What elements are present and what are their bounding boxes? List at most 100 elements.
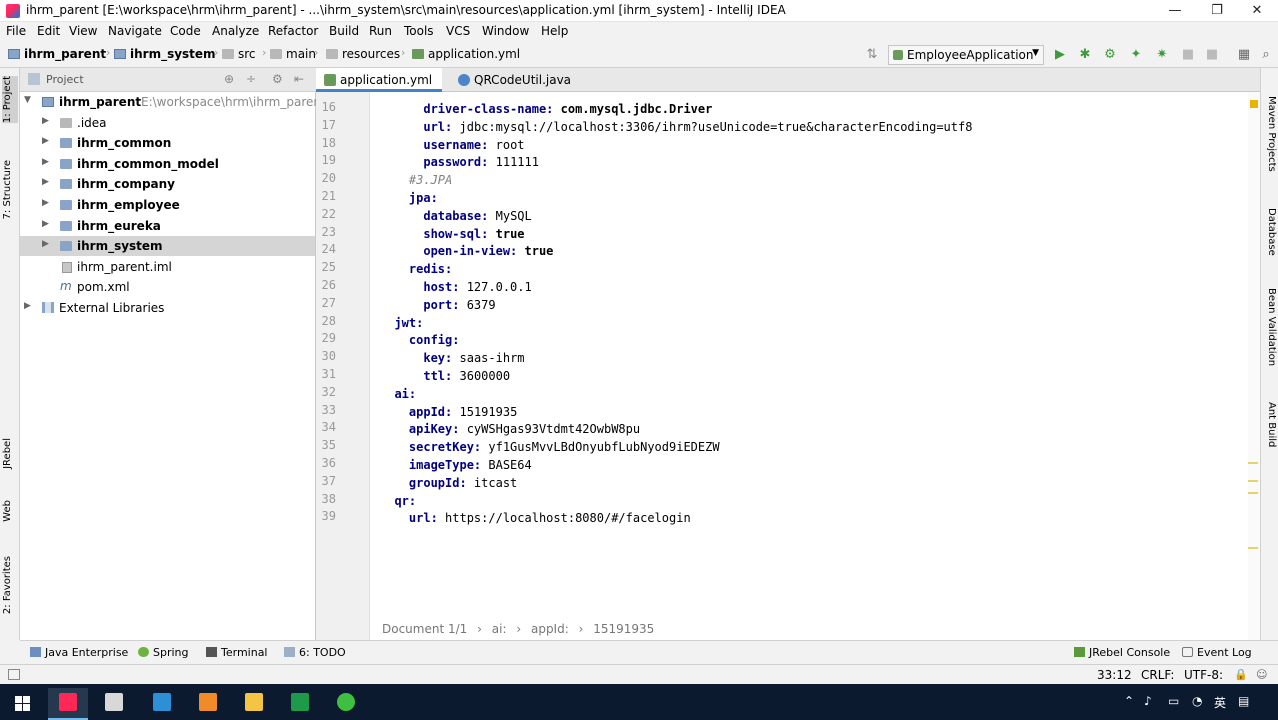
- menu-navigate[interactable]: Navigate: [108, 24, 162, 38]
- tool-tab-spring[interactable]: Spring: [138, 646, 189, 659]
- tool-tab-java-enterprise[interactable]: Java Enterprise: [30, 646, 128, 659]
- collapsed-arrow-icon[interactable]: ▶: [42, 219, 49, 229]
- tray-chevron-icon[interactable]: ⌃: [1124, 694, 1134, 708]
- taskbar-app-2[interactable]: [94, 688, 134, 720]
- project-structure-icon[interactable]: ▦: [1236, 47, 1252, 63]
- notification-icon[interactable]: ▤: [1238, 694, 1249, 708]
- tool-tab-project[interactable]: 1: Project: [2, 76, 18, 124]
- error-stripe-marker[interactable]: [1248, 492, 1258, 494]
- tool-tab-event-log[interactable]: Event Log: [1182, 646, 1252, 659]
- breadcrumb-ai[interactable]: ai:: [492, 622, 507, 636]
- tool-tab-web[interactable]: Web: [2, 500, 18, 522]
- stop-icon[interactable]: ■: [1180, 47, 1196, 63]
- menu-help[interactable]: Help: [541, 24, 568, 38]
- collapsed-arrow-icon[interactable]: ▶: [24, 301, 31, 311]
- tool-tab-jrebel-console[interactable]: JRebel Console: [1074, 646, 1170, 659]
- menu-code[interactable]: Code: [170, 24, 201, 38]
- breadcrumb-resources[interactable]: resources: [326, 47, 400, 61]
- collapsed-arrow-icon[interactable]: ▶: [42, 157, 49, 167]
- line-separator[interactable]: CRLF:: [1141, 668, 1174, 682]
- menu-run[interactable]: Run: [369, 24, 392, 38]
- coverage-icon[interactable]: ⚙: [1102, 47, 1118, 63]
- tool-tab-terminal[interactable]: Terminal: [206, 646, 268, 659]
- tree-item-ihrm-company[interactable]: ▶ ihrm_company: [20, 174, 315, 194]
- tool-tab-bean-validation[interactable]: Bean Validation: [1263, 288, 1277, 366]
- tab-application-yml[interactable]: application.yml: [316, 68, 443, 92]
- lock-icon[interactable]: 🔒: [1234, 668, 1248, 681]
- build-icon[interactable]: ⇅: [864, 47, 880, 63]
- breadcrumb-main[interactable]: main: [270, 47, 316, 61]
- run-icon[interactable]: ▶: [1052, 47, 1068, 63]
- tree-item-ihrm-common[interactable]: ▶ ihrm_common: [20, 133, 315, 153]
- editor-scrollbar[interactable]: [1248, 92, 1260, 640]
- debug-icon[interactable]: ✱: [1077, 47, 1093, 63]
- toggle-tool-windows-icon[interactable]: [8, 669, 20, 680]
- tool-tab-database[interactable]: Database: [1263, 208, 1277, 256]
- search-everywhere-icon[interactable]: ⌕: [1258, 47, 1274, 63]
- collapsed-arrow-icon[interactable]: ▶: [42, 116, 49, 126]
- maximize-button[interactable]: ❐: [1196, 0, 1238, 22]
- tool-tab-favorites[interactable]: 2: Favorites: [2, 556, 18, 614]
- tree-item-ihrm-system[interactable]: ▶ ihrm_system: [20, 236, 315, 256]
- menu-view[interactable]: View: [69, 24, 97, 38]
- tree-item-idea[interactable]: ▶ .idea: [20, 113, 315, 133]
- collapse-all-icon[interactable]: ÷: [246, 72, 256, 86]
- tree-root[interactable]: ▼ ihrm_parent E:\workspace\hrm\ihrm_pare…: [20, 92, 321, 112]
- hide-panel-icon[interactable]: ⇤: [294, 72, 304, 86]
- tree-item-ihrm-eureka[interactable]: ▶ ihrm_eureka: [20, 216, 315, 236]
- taskbar-camtasia[interactable]: [326, 688, 366, 720]
- menu-window[interactable]: Window: [482, 24, 529, 38]
- tree-item-pom[interactable]: m pom.xml: [20, 277, 315, 297]
- code-editor[interactable]: 16 17 18 19 20 21 22 23 24 25 26 27 28 29 30 31 32 33 34 35…: [316, 92, 1260, 640]
- expanded-arrow-icon[interactable]: ▼: [24, 95, 31, 105]
- run-configuration-select[interactable]: EmployeeApplication ▼: [888, 45, 1044, 65]
- start-button[interactable]: [2, 688, 42, 720]
- caret-position[interactable]: 33:12: [1097, 668, 1132, 682]
- menu-edit[interactable]: Edit: [37, 24, 60, 38]
- tree-item-iml[interactable]: ihrm_parent.iml: [20, 257, 315, 277]
- inspector-icon[interactable]: ☺: [1256, 668, 1267, 681]
- taskbar-explorer[interactable]: [234, 688, 274, 720]
- tool-tab-todo[interactable]: 6: TODO: [284, 646, 346, 659]
- tool-tab-structure[interactable]: 7: Structure: [2, 160, 18, 219]
- stop-all-icon[interactable]: ■: [1204, 47, 1220, 63]
- breadcrumb-appid[interactable]: appId:: [531, 622, 569, 636]
- settings-gear-icon[interactable]: ⚙: [272, 72, 283, 86]
- breadcrumb-ihrm-system[interactable]: ihrm_system: [114, 47, 216, 61]
- breadcrumb-ihrm-parent[interactable]: ihrm_parent: [8, 47, 106, 61]
- breadcrumb-value[interactable]: 15191935: [593, 622, 654, 636]
- tool-tab-jrebel[interactable]: JRebel: [2, 438, 18, 469]
- collapsed-arrow-icon[interactable]: ▶: [42, 198, 49, 208]
- breadcrumb-file[interactable]: application.yml: [412, 47, 520, 61]
- menu-refactor[interactable]: Refactor: [268, 24, 318, 38]
- menu-file[interactable]: File: [6, 24, 26, 38]
- volume-icon[interactable]: ♪: [1144, 694, 1152, 708]
- menu-build[interactable]: Build: [329, 24, 359, 38]
- tree-item-ihrm-employee[interactable]: ▶ ihrm_employee: [20, 195, 315, 215]
- input-method-icon[interactable]: 英: [1214, 694, 1226, 711]
- taskbar-app-4[interactable]: [188, 688, 228, 720]
- network-icon[interactable]: ◔: [1192, 694, 1202, 708]
- error-stripe-marker[interactable]: [1248, 480, 1258, 482]
- analysis-status-icon[interactable]: [1250, 100, 1258, 108]
- jrebel-debug-icon[interactable]: ✷: [1154, 47, 1170, 63]
- project-view-selector[interactable]: Project: [46, 73, 84, 86]
- minimize-button[interactable]: —: [1154, 0, 1196, 22]
- collapsed-arrow-icon[interactable]: ▶: [42, 177, 49, 187]
- scroll-from-source-icon[interactable]: ⊕: [224, 72, 234, 86]
- collapsed-arrow-icon[interactable]: ▶: [42, 136, 49, 146]
- taskbar-intellij[interactable]: [48, 688, 88, 720]
- battery-icon[interactable]: ▭: [1168, 694, 1179, 708]
- error-stripe-marker[interactable]: [1248, 462, 1258, 464]
- breadcrumb-document[interactable]: Document 1/1: [382, 622, 467, 636]
- tree-item-external-libraries[interactable]: ▶ External Libraries: [20, 298, 315, 318]
- tab-qrcodeutil-java[interactable]: QRCodeUtil.java: [450, 68, 581, 92]
- tool-tab-ant-build[interactable]: Ant Build: [1263, 402, 1277, 447]
- menu-tools[interactable]: Tools: [404, 24, 434, 38]
- tree-item-ihrm-common-model[interactable]: ▶ ihrm_common_model: [20, 154, 315, 174]
- breadcrumb-src[interactable]: src: [222, 47, 256, 61]
- error-stripe-marker[interactable]: [1248, 547, 1258, 549]
- taskbar-vscode[interactable]: [142, 688, 182, 720]
- file-encoding[interactable]: UTF-8:: [1184, 668, 1223, 682]
- taskbar-excel[interactable]: [280, 688, 320, 720]
